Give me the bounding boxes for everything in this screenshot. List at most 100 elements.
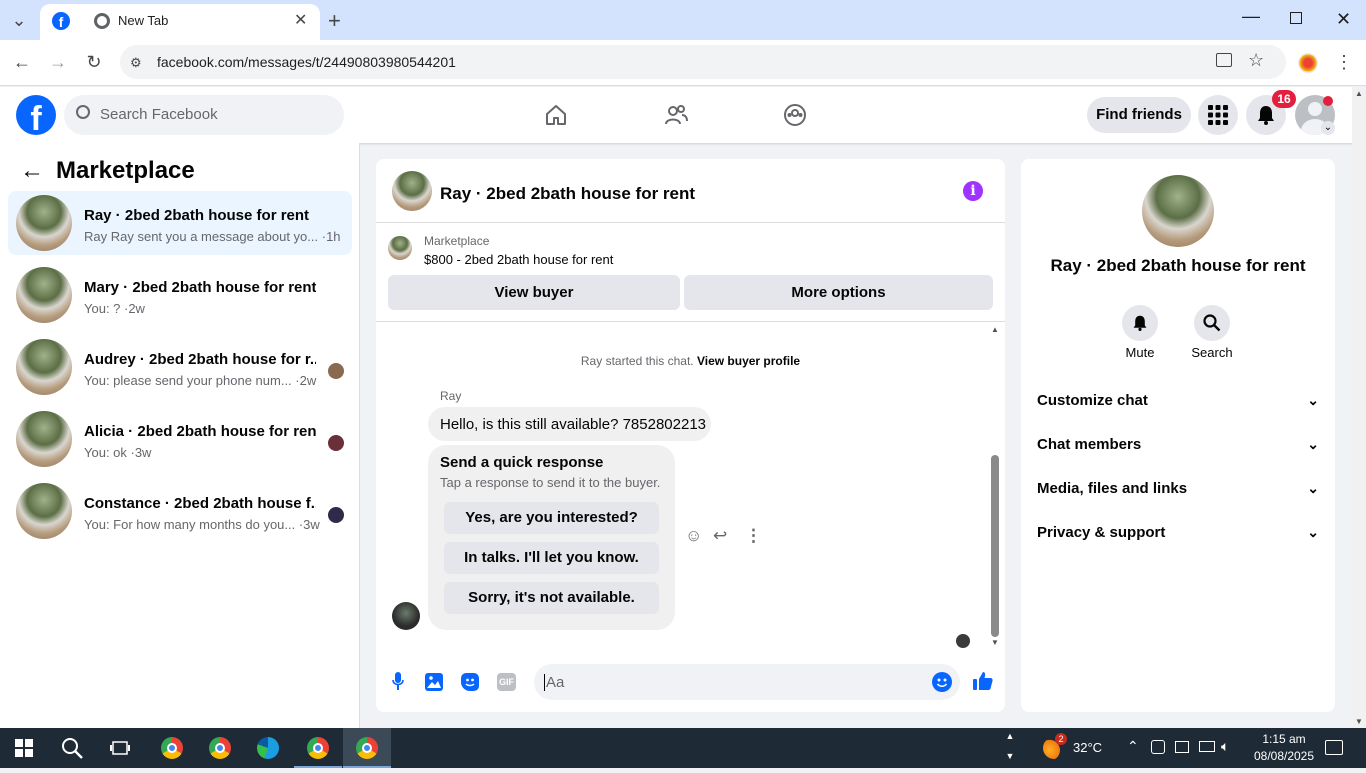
- groups-icon[interactable]: [783, 103, 807, 127]
- quick-response-button[interactable]: Sorry, it's not available.: [444, 582, 659, 614]
- seen-avatar: [956, 634, 970, 648]
- chrome-taskbar-icon-active[interactable]: [343, 728, 391, 768]
- microphone-icon[interactable]: [392, 672, 404, 690]
- bookmark-star-icon[interactable]: ☆: [1248, 50, 1264, 71]
- listing-thumbnail-small: [388, 236, 412, 260]
- friends-icon[interactable]: [664, 103, 688, 127]
- conversation-item[interactable]: Alicia · 2bed 2bath house for rent You: …: [8, 407, 352, 471]
- listing-title[interactable]: $800 - 2bed 2bath house for rent: [424, 252, 613, 267]
- photo-icon[interactable]: [425, 673, 443, 691]
- taskbar-search-icon[interactable]: [48, 728, 96, 768]
- grid-icon: [1208, 105, 1228, 125]
- more-actions-icon[interactable]: ⋮: [745, 526, 762, 546]
- device-icon[interactable]: [1175, 741, 1189, 753]
- search-icon: [76, 105, 90, 119]
- restore-button[interactable]: [1290, 12, 1302, 24]
- listing-source: Marketplace: [424, 234, 490, 248]
- chat-members-section[interactable]: Chat members ⌄: [1037, 436, 1319, 458]
- browser-menu-icon[interactable]: ⋮: [1334, 53, 1354, 71]
- search-chat-button[interactable]: Search: [1191, 305, 1233, 363]
- quick-response-button[interactable]: Yes, are you interested?: [444, 502, 659, 534]
- windows-taskbar: ▲ ▼ 2 32°C ⌃ 🔈︎ 1:15 am 08/08/2025: [0, 728, 1366, 768]
- gif-icon[interactable]: GIF: [497, 673, 516, 691]
- network-icon[interactable]: [1151, 740, 1165, 754]
- like-icon[interactable]: [973, 671, 993, 691]
- find-friends-button[interactable]: Find friends: [1087, 97, 1191, 133]
- omnibox[interactable]: ⚙ facebook.com/messages/t/24490803980544…: [120, 45, 1286, 79]
- notification-badge: 16: [1272, 90, 1296, 108]
- chat-title[interactable]: Ray · 2bed 2bath house for rent: [440, 184, 695, 204]
- conversation-item[interactable]: Ray · 2bed 2bath house for rent Ray Ray …: [8, 191, 352, 255]
- clock-time[interactable]: 1:15 am: [1249, 732, 1319, 746]
- back-arrow-icon[interactable]: ←: [20, 157, 44, 185]
- message-input[interactable]: Aa: [534, 664, 960, 700]
- install-app-icon[interactable]: [1216, 53, 1232, 67]
- listing-thumbnail: [16, 195, 72, 251]
- customize-chat-section[interactable]: Customize chat ⌄: [1037, 392, 1319, 414]
- reload-icon[interactable]: ↻: [84, 53, 104, 71]
- listing-banner: Marketplace $800 - 2bed 2bath house for …: [376, 224, 1005, 322]
- info-icon[interactable]: i: [963, 181, 983, 201]
- quick-response-button[interactable]: In talks. I'll let you know.: [444, 542, 659, 574]
- search-input[interactable]: Search Facebook: [64, 95, 344, 135]
- chrome-taskbar-icon[interactable]: [196, 728, 244, 768]
- tab-new-tab[interactable]: New Tab ✕: [80, 4, 320, 40]
- account-chevron-icon[interactable]: ⌄: [1321, 121, 1335, 135]
- quick-response-subtitle: Tap a response to send it to the buyer.: [440, 475, 661, 490]
- temperature[interactable]: 32°C: [1073, 740, 1102, 755]
- home-icon[interactable]: [544, 103, 568, 127]
- browser-tab-bar: ⌄ f New Tab ✕ + — ✕: [0, 0, 1366, 40]
- conversation-item[interactable]: Constance · 2bed 2bath house f... You: F…: [8, 479, 352, 543]
- chrome-taskbar-icon[interactable]: [294, 728, 342, 768]
- menu-button[interactable]: [1198, 95, 1238, 135]
- chrome-taskbar-icon[interactable]: [148, 728, 196, 768]
- view-buyer-button[interactable]: View buyer: [388, 275, 680, 310]
- more-options-button[interactable]: More options: [684, 275, 993, 310]
- edge-taskbar-icon[interactable]: [244, 728, 292, 768]
- conversation-item[interactable]: Audrey · 2bed 2bath house for r... You: …: [8, 335, 352, 399]
- taskbar-scroll[interactable]: ▲ ▼: [1002, 728, 1018, 768]
- minimize-button[interactable]: —: [1242, 6, 1260, 27]
- site-info-icon[interactable]: ⚙: [130, 55, 146, 70]
- back-icon[interactable]: ←: [12, 53, 32, 71]
- view-buyer-profile-link[interactable]: View buyer profile: [697, 354, 800, 368]
- display-icon[interactable]: [1199, 741, 1215, 752]
- url-text[interactable]: facebook.com/messages/t/2449080398054420…: [157, 54, 456, 70]
- media-files-links-section[interactable]: Media, files and links ⌄: [1037, 480, 1319, 502]
- chat-avatar[interactable]: [392, 171, 432, 211]
- sender-avatar[interactable]: [392, 602, 420, 630]
- message-bubble[interactable]: Hello, is this still available? 78528022…: [428, 407, 711, 441]
- chat-info-panel: Ray · 2bed 2bath house for rent Mute Sea…: [1021, 159, 1335, 712]
- react-icon[interactable]: ☺: [685, 526, 702, 546]
- bell-icon: [1258, 106, 1274, 125]
- clock-date[interactable]: 08/08/2025: [1249, 749, 1319, 763]
- quick-response-card: Send a quick response Tap a response to …: [428, 445, 675, 630]
- chevron-down-icon: ⌄: [1307, 436, 1319, 452]
- conversation-item[interactable]: Mary · 2bed 2bath house for rent You: ? …: [8, 263, 352, 327]
- forward-icon[interactable]: →: [48, 53, 68, 71]
- chevron-down-icon: ⌄: [1307, 524, 1319, 540]
- browser-address-bar: ← → ↻ ⚙ facebook.com/messages/t/24490803…: [0, 40, 1366, 86]
- facebook-logo[interactable]: f: [16, 95, 56, 135]
- emoji-icon[interactable]: [932, 672, 952, 692]
- task-view-icon[interactable]: [96, 728, 144, 768]
- start-button[interactable]: [0, 728, 48, 768]
- show-hidden-icons[interactable]: ⌃: [1127, 738, 1139, 755]
- chat-started-line: Ray started this chat. View buyer profil…: [580, 354, 801, 368]
- privacy-support-section[interactable]: Privacy & support ⌄: [1037, 524, 1319, 546]
- volume-icon[interactable]: 🔈︎: [1221, 738, 1229, 755]
- chat-scrollbar[interactable]: ▲ ▼: [989, 323, 1001, 649]
- close-window-button[interactable]: ✕: [1336, 9, 1351, 30]
- quick-response-title: Send a quick response: [440, 454, 604, 471]
- page-scrollbar[interactable]: ▲ ▼: [1352, 87, 1366, 728]
- tab-close-icon[interactable]: ✕: [294, 10, 307, 30]
- extension-icon[interactable]: [1298, 53, 1318, 73]
- chat-info-avatar[interactable]: [1142, 175, 1214, 247]
- sticker-icon[interactable]: [461, 673, 479, 691]
- mute-button[interactable]: Mute: [1120, 305, 1160, 363]
- tab-search-icon[interactable]: ⌄: [8, 11, 30, 31]
- weather-icon[interactable]: 2: [1043, 733, 1067, 759]
- reply-icon[interactable]: ↩: [713, 526, 727, 546]
- new-tab-button[interactable]: +: [328, 8, 341, 34]
- notification-center-icon[interactable]: [1325, 740, 1343, 755]
